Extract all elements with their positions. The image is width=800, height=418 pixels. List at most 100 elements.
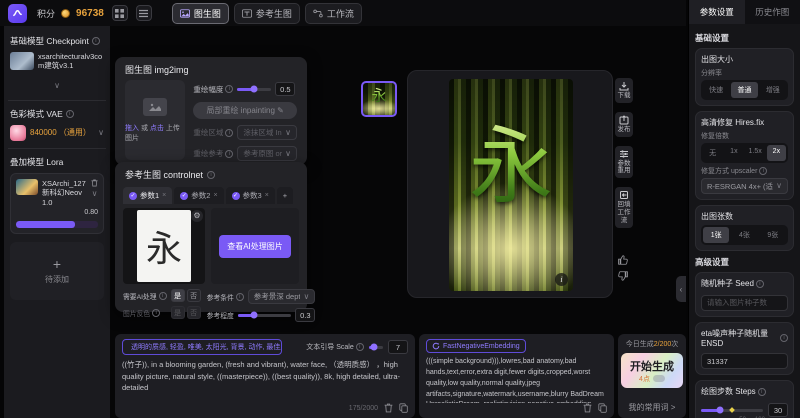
publish-button[interactable]: 发布 (615, 112, 633, 137)
ensd-input[interactable] (701, 353, 788, 369)
controlnet-tab-3[interactable]: ✓参数3× (226, 187, 275, 204)
trash-icon[interactable] (384, 403, 393, 413)
gear-icon[interactable]: ⚙ (191, 210, 203, 222)
controlnet-tab-add[interactable]: + (277, 187, 293, 204)
negative-embedding-pill[interactable]: FastNegativeEmbedding (426, 339, 526, 353)
menu-icon[interactable] (136, 5, 152, 21)
chevron-down-icon[interactable]: ∨ (92, 190, 98, 198)
ensd-label: eta噪声种子随机量 ENSDi (701, 328, 788, 348)
denoise-label: 重绘幅度i (193, 84, 233, 95)
info-icon[interactable]: i (159, 292, 167, 300)
hires-option-1-5x[interactable]: 1.5x (746, 145, 765, 161)
view-ai-image-button[interactable]: 查看AI处理图片 (219, 235, 291, 258)
copy-icon[interactable] (598, 403, 607, 413)
ref-degree-slider[interactable] (238, 314, 292, 317)
close-icon[interactable]: × (162, 192, 166, 199)
positive-prompt-panel: 透明的质感, 轻盈, 唯美, 太阳光, 背景, 动作, 最佳质量 文本引导 Sc… (115, 334, 415, 418)
info-icon[interactable]: i (756, 280, 764, 288)
tab-reference[interactable]: 参考生图 (234, 3, 300, 24)
steps-value[interactable]: 30 (768, 403, 788, 417)
advanced-settings-label: 高级设置 (695, 256, 794, 268)
add-lora-button[interactable]: + 待添加 (10, 242, 104, 300)
negative-prompt-input[interactable]: (((simple background))),lowres,bad anato… (426, 357, 607, 403)
plus-icon: + (53, 257, 61, 271)
hires-option-2x[interactable]: 2x (767, 145, 786, 161)
info-icon[interactable]: i (356, 343, 364, 351)
controlnet-tab-2[interactable]: ✓参数2× (174, 187, 223, 204)
denoise-value[interactable]: 0.5 (275, 82, 295, 96)
image-upload-dropzone[interactable]: 拖入 或 点击 上传图片 (125, 80, 185, 160)
ensd-card: eta噪声种子随机量 ENSDi (695, 322, 794, 376)
vae-value: 840000 （通用） (30, 127, 94, 138)
hires-scale-segmented: 无 1x 1.5x 2x (701, 143, 788, 163)
count-option-1[interactable]: 1张 (703, 227, 729, 243)
close-icon[interactable]: × (265, 192, 269, 199)
refresh-icon[interactable] (432, 342, 440, 350)
info-icon[interactable]: i (236, 293, 244, 301)
inpainting-button[interactable]: 局部重绘 inpainting ✎ (193, 102, 297, 119)
cfg-scale-slider[interactable] (369, 346, 383, 349)
controlnet-tab-1[interactable]: ✓参数1× (123, 187, 172, 204)
count-option-4[interactable]: 4张 (731, 227, 757, 243)
info-icon[interactable]: i (225, 85, 233, 93)
info-icon[interactable]: i (780, 334, 788, 342)
generated-image[interactable]: 永 i (449, 79, 573, 291)
copy-icon[interactable] (399, 403, 408, 413)
daily-quota: 今日生成2/200次 (626, 339, 679, 349)
lora-weight-slider[interactable] (16, 221, 98, 228)
hires-option-1x[interactable]: 1x (724, 145, 743, 161)
result-thumbnail[interactable]: 永 (361, 81, 397, 117)
checkpoint-expand[interactable]: ∨ (10, 75, 104, 93)
close-icon[interactable]: × (213, 192, 217, 199)
lora-section-title: 叠加模型 Lora (10, 156, 63, 168)
check-icon: ✓ (129, 192, 137, 200)
resolution-option-fast[interactable]: 快速 (703, 82, 729, 98)
trash-icon[interactable] (91, 179, 98, 187)
common-words-link[interactable]: 我的常用词 > (629, 402, 676, 413)
info-icon[interactable]: i (758, 388, 766, 396)
trash-icon[interactable] (583, 403, 592, 413)
ref-cond-select[interactable]: 参考景深 dept∨ (248, 289, 316, 304)
reuse-params-button[interactable]: 参数重用 (615, 146, 633, 179)
control-image-box[interactable]: 永 ⚙ (123, 208, 205, 284)
checkpoint-model-row[interactable]: xsarchitecturalv3com建筑v3.1 (10, 52, 104, 71)
download-button[interactable]: 下载 (615, 78, 633, 103)
image-info-icon[interactable]: i (555, 273, 568, 286)
vae-select-row[interactable]: 840000 （通用） ∨ (10, 125, 104, 141)
backfill-workflow-button[interactable]: 回填工作流 (615, 187, 633, 227)
redraw-ref-select[interactable]: 参考原图 or∨ (237, 146, 297, 161)
grid-view-icon[interactable] (112, 5, 128, 21)
info-icon[interactable]: i (759, 167, 767, 175)
seed-input[interactable] (701, 295, 788, 311)
tab-history[interactable]: 历史作图 (745, 0, 800, 24)
cfg-scale-value[interactable]: 7 (388, 340, 408, 354)
info-icon[interactable]: i (207, 171, 215, 179)
lora-model-row[interactable]: XSArchi_127新科幻Neov1.0 ∨ (16, 179, 98, 207)
tab-img2img[interactable]: 图生图 (172, 3, 229, 24)
upscaler-select[interactable]: R-ESRGAN 4x+ (适合多种风∨ (701, 178, 788, 194)
app-logo-icon[interactable] (8, 4, 27, 23)
count-option-9[interactable]: 9张 (760, 227, 786, 243)
resolution-option-normal[interactable]: 普通 (731, 82, 757, 98)
info-icon[interactable]: i (92, 37, 100, 45)
resolution-option-enhanced[interactable]: 增强 (760, 82, 786, 98)
invert-toggle[interactable]: 是否 (171, 306, 201, 319)
hires-option-none[interactable]: 无 (703, 145, 722, 161)
checkpoint-thumbnail (10, 52, 34, 70)
steps-slider[interactable] (701, 409, 763, 412)
thumbs-down-icon[interactable] (617, 271, 629, 282)
redraw-area-select[interactable]: 涂抹区域 In∨ (237, 125, 297, 140)
thumbs-up-icon[interactable] (617, 254, 629, 265)
prompt-translate-pill[interactable]: 透明的质感, 轻盈, 唯美, 太阳光, 背景, 动作, 最佳质量 (122, 339, 282, 355)
panel-collapse-handle[interactable]: ‹ (676, 276, 686, 302)
ref-degree-value[interactable]: 0.3 (295, 308, 315, 322)
tab-workflow[interactable]: 工作流 (305, 3, 362, 24)
start-generate-button[interactable]: 开始生成 4点 (621, 353, 683, 388)
tab-parameters[interactable]: 参数设置 (689, 0, 745, 24)
need-ai-toggle[interactable]: 是否 (171, 289, 201, 302)
positive-prompt-input[interactable]: ((竹子)), in a blooming garden, (fresh and… (122, 359, 408, 403)
settings-body: 基础设置 出图大小 分辨率 快速 普通 增强 高清修复 Hires.fix 修复… (689, 24, 800, 418)
mode-tabs: 图生图 参考生图 工作流 (172, 3, 362, 24)
info-icon[interactable]: i (66, 110, 74, 118)
denoise-slider[interactable] (237, 88, 271, 91)
